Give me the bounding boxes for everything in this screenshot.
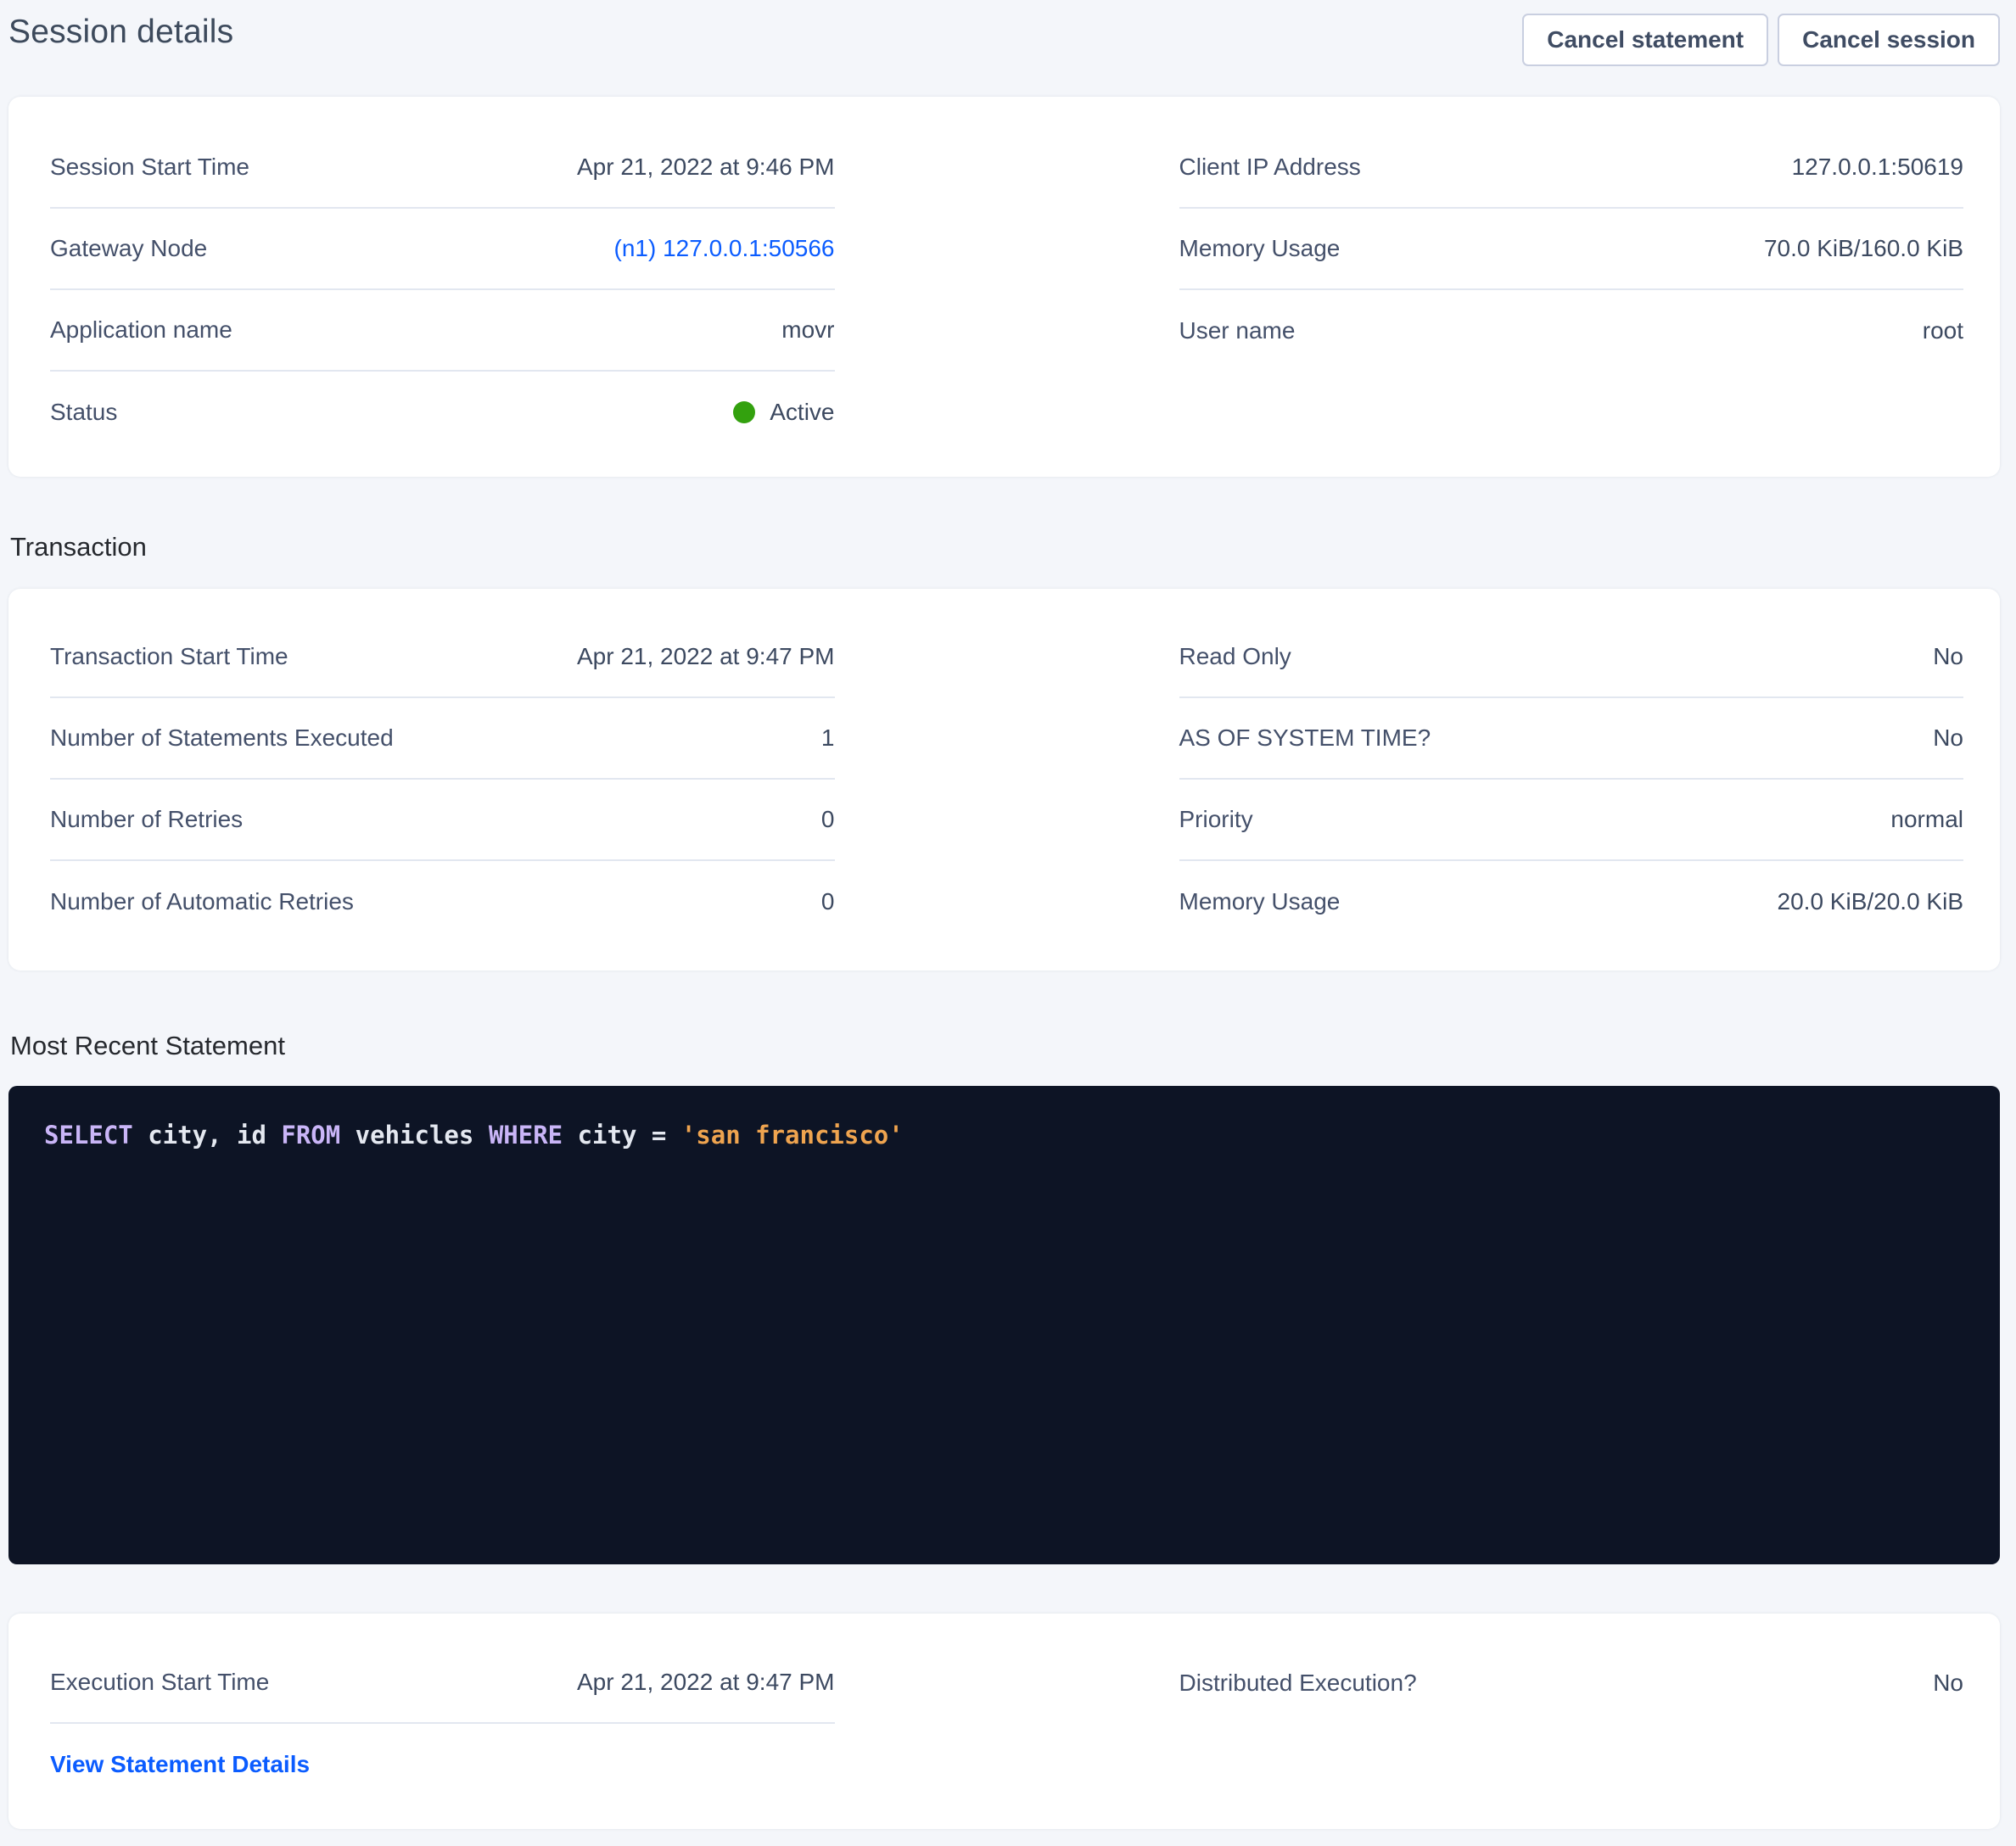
sql-keyword: SELECT: [44, 1121, 133, 1150]
application-name-row: Application name movr: [50, 290, 835, 372]
session-card-right-column: Client IP Address 127.0.0.1:50619 Memory…: [1179, 127, 1964, 453]
transaction-card: Transaction Start Time Apr 21, 2022 at 9…: [8, 589, 2000, 971]
info-label: AS OF SYSTEM TIME?: [1179, 724, 1431, 752]
sql-text: vehicles: [340, 1121, 489, 1150]
info-value: 0: [821, 806, 835, 833]
info-label: Memory Usage: [1179, 888, 1341, 915]
read-only-row: Read Only No: [1179, 617, 1964, 698]
execution-card-right-column: Distributed Execution? No: [1179, 1642, 1964, 1805]
client-ip-row: Client IP Address 127.0.0.1:50619: [1179, 127, 1964, 209]
info-value: Apr 21, 2022 at 9:46 PM: [577, 154, 835, 181]
status-badge: Active: [733, 399, 834, 426]
info-value: root: [1923, 317, 1963, 344]
info-label: Status: [50, 399, 117, 426]
execution-card-left-column: Execution Start Time Apr 21, 2022 at 9:4…: [50, 1642, 835, 1805]
info-value: 127.0.0.1:50619: [1792, 154, 1963, 181]
session-details-page: Session details Cancel statement Cancel …: [0, 0, 2016, 1846]
info-label: Transaction Start Time: [50, 643, 288, 670]
statements-executed-row: Number of Statements Executed 1: [50, 698, 835, 780]
info-label: Number of Statements Executed: [50, 724, 394, 752]
distributed-execution-row: Distributed Execution? No: [1179, 1642, 1964, 1724]
info-value: 70.0 KiB/160.0 KiB: [1764, 235, 1963, 262]
info-label: User name: [1179, 317, 1296, 344]
sql-statement-box: SELECT city, id FROM vehicles WHERE city…: [8, 1086, 2000, 1564]
info-value: No: [1933, 643, 1963, 670]
most-recent-statement-heading: Most Recent Statement: [10, 1026, 2000, 1066]
info-label: Memory Usage: [1179, 235, 1341, 262]
info-value: 20.0 KiB/20.0 KiB: [1778, 888, 1963, 915]
sql-text: city, id: [133, 1121, 282, 1150]
view-statement-details-link[interactable]: View Statement Details: [50, 1751, 310, 1778]
info-label: Application name: [50, 316, 232, 344]
session-start-time-row: Session Start Time Apr 21, 2022 at 9:46 …: [50, 127, 835, 209]
cancel-session-button[interactable]: Cancel session: [1778, 14, 2000, 66]
info-value: 1: [821, 724, 835, 752]
info-value: No: [1933, 724, 1963, 752]
transaction-card-left-column: Transaction Start Time Apr 21, 2022 at 9…: [50, 617, 835, 943]
execution-start-time-row: Execution Start Time Apr 21, 2022 at 9:4…: [50, 1642, 835, 1724]
transaction-card-right-column: Read Only No AS OF SYSTEM TIME? No Prior…: [1179, 617, 1964, 943]
transaction-section-heading: Transaction: [10, 528, 2000, 567]
status-active-dot-icon: [733, 401, 755, 423]
session-summary-card: Session Start Time Apr 21, 2022 at 9:46 …: [8, 97, 2000, 477]
header-actions: Cancel statement Cancel session: [1522, 14, 2000, 66]
sql-keyword: FROM: [281, 1121, 340, 1150]
transaction-start-time-row: Transaction Start Time Apr 21, 2022 at 9…: [50, 617, 835, 698]
sql-text: city =: [563, 1121, 681, 1150]
info-value: normal: [1890, 806, 1963, 833]
info-label: Gateway Node: [50, 235, 207, 262]
info-value: Apr 21, 2022 at 9:47 PM: [577, 643, 835, 670]
priority-row: Priority normal: [1179, 780, 1964, 861]
cancel-statement-button[interactable]: Cancel statement: [1522, 14, 1768, 66]
gateway-node-link[interactable]: (n1) 127.0.0.1:50566: [614, 235, 835, 262]
gateway-node-row: Gateway Node (n1) 127.0.0.1:50566: [50, 209, 835, 290]
info-label: Priority: [1179, 806, 1253, 833]
session-memory-usage-row: Memory Usage 70.0 KiB/160.0 KiB: [1179, 209, 1964, 290]
user-name-row: User name root: [1179, 290, 1964, 372]
transaction-memory-usage-row: Memory Usage 20.0 KiB/20.0 KiB: [1179, 861, 1964, 943]
sql-statement-text: SELECT city, id FROM vehicles WHERE city…: [44, 1118, 1966, 1152]
session-card-left-column: Session Start Time Apr 21, 2022 at 9:46 …: [50, 127, 835, 453]
sql-keyword: WHERE: [489, 1121, 563, 1150]
sql-string-literal: 'san francisco': [681, 1121, 904, 1150]
retries-row: Number of Retries 0: [50, 780, 835, 861]
as-of-system-time-row: AS OF SYSTEM TIME? No: [1179, 698, 1964, 780]
info-label: Number of Retries: [50, 806, 243, 833]
execution-card: Execution Start Time Apr 21, 2022 at 9:4…: [8, 1614, 2000, 1829]
status-value: Active: [770, 399, 834, 426]
automatic-retries-row: Number of Automatic Retries 0: [50, 861, 835, 943]
view-statement-details-row: View Statement Details: [50, 1724, 835, 1805]
info-value: movr: [781, 316, 834, 344]
info-label: Session Start Time: [50, 154, 249, 181]
info-value: 0: [821, 888, 835, 915]
info-label: Client IP Address: [1179, 154, 1361, 181]
status-row: Status Active: [50, 372, 835, 453]
info-value: No: [1933, 1670, 1963, 1697]
info-label: Number of Automatic Retries: [50, 888, 354, 915]
info-label: Execution Start Time: [50, 1669, 269, 1696]
info-label: Distributed Execution?: [1179, 1670, 1417, 1697]
info-label: Read Only: [1179, 643, 1291, 670]
page-header: Session details Cancel statement Cancel …: [8, 12, 2000, 66]
page-title: Session details: [8, 12, 233, 53]
info-value: Apr 21, 2022 at 9:47 PM: [577, 1669, 835, 1696]
